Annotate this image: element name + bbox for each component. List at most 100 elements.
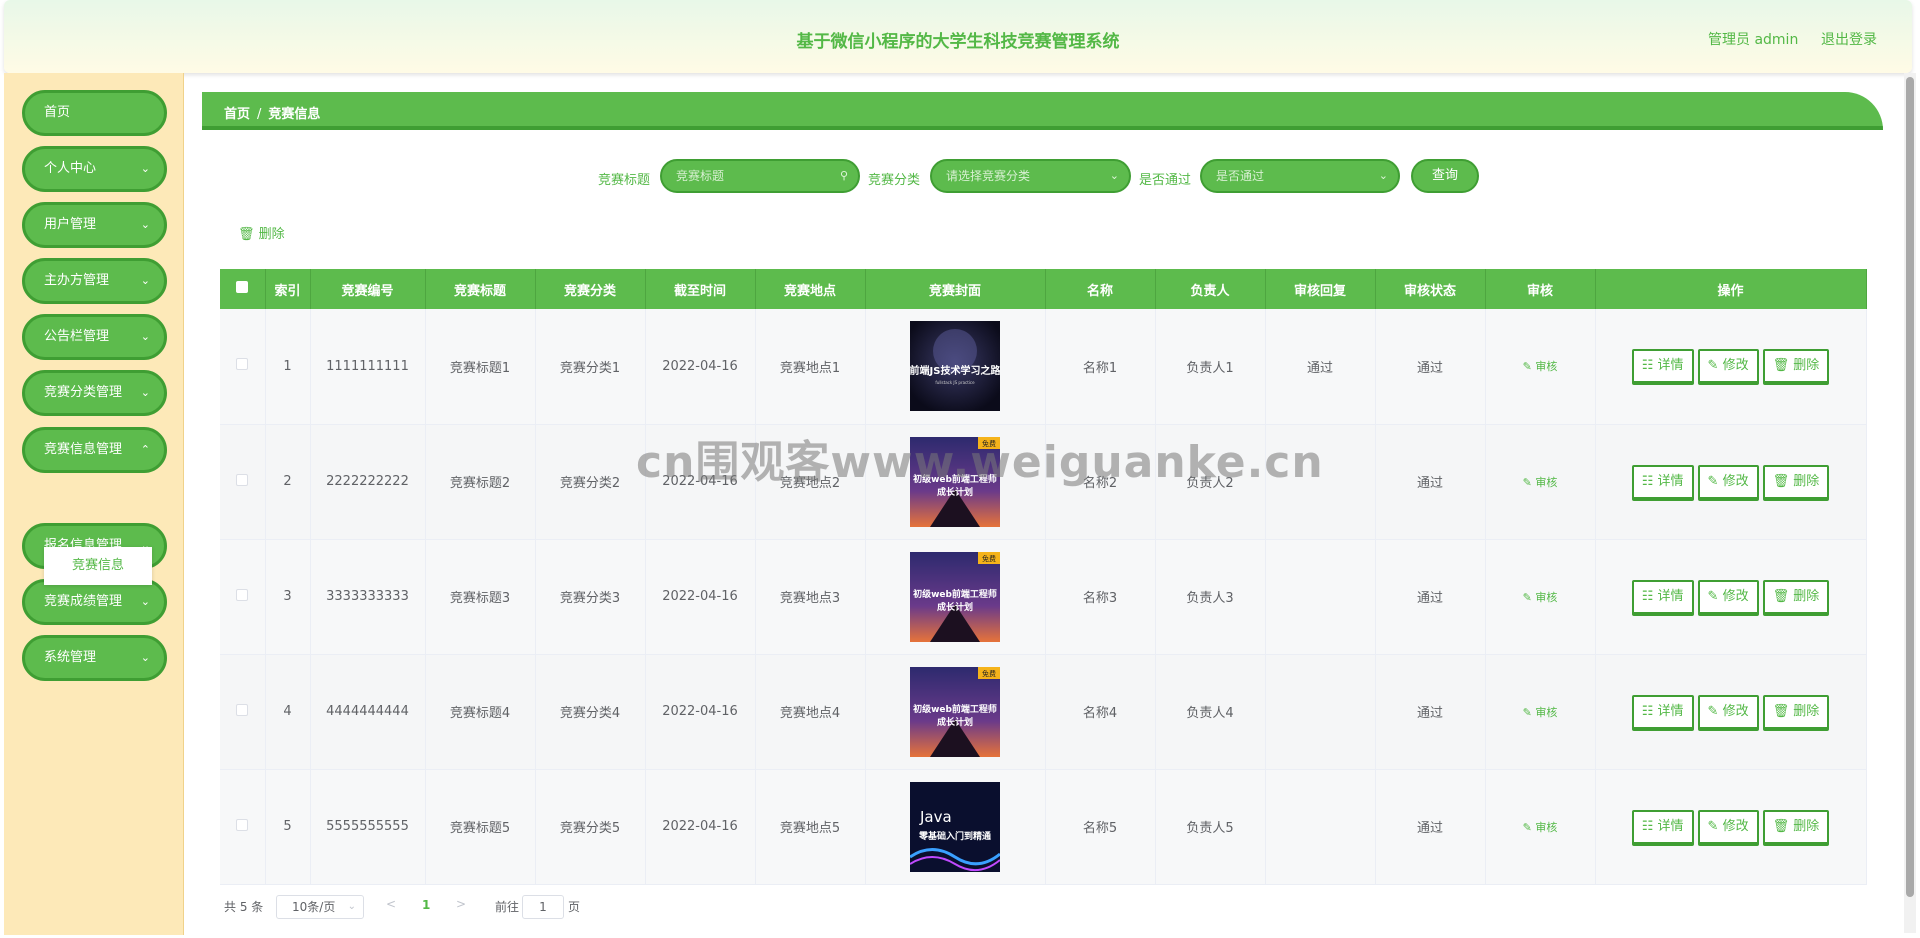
chevron-down-icon: ⌄ <box>140 162 150 175</box>
sidebar-item-label: 首页 <box>44 105 71 120</box>
logout-link[interactable]: 退出登录 <box>1821 29 1877 49</box>
cell-category: 竞赛分类4 <box>535 654 646 770</box>
cell-reply <box>1265 769 1376 885</box>
delete-button[interactable]: 🗑 删除 <box>1762 579 1830 614</box>
edit-button[interactable]: ✎ 修改 <box>1697 579 1759 614</box>
breadcrumb-bar: 首页 / 竞赛信息 <box>202 92 1883 130</box>
actions-cell: ☷ 详情 ✎ 修改 🗑 删除 <box>1595 424 1867 540</box>
cell-status: 通过 <box>1375 654 1486 770</box>
title-search-input[interactable] <box>662 161 858 191</box>
sidebar-item-4[interactable]: 主办方管理 ⌄ <box>22 258 167 304</box>
detail-button-label: 详情 <box>1657 473 1684 489</box>
breadcrumb-separator: / <box>257 107 262 122</box>
edit-button[interactable]: ✎ 修改 <box>1697 464 1759 499</box>
row-checkbox[interactable] <box>236 703 249 716</box>
actions-cell: ☷ 详情 ✎ 修改 🗑 删除 <box>1595 539 1867 655</box>
page-size-select[interactable]: 10条/页 ⌄ <box>276 895 364 919</box>
actions-cell: ☷ 详情 ✎ 修改 🗑 删除 <box>1595 309 1867 425</box>
vertical-scrollbar[interactable] <box>1904 73 1916 933</box>
detail-button[interactable]: ☷ 详情 <box>1631 809 1694 844</box>
edit-button-label: 修改 <box>1722 473 1749 489</box>
scrollbar-thumb[interactable] <box>1906 77 1914 897</box>
sidebar-item-3[interactable]: 用户管理 ⌄ <box>22 202 167 248</box>
passed-select[interactable]: ⌄ <box>1200 159 1400 193</box>
detail-button-label: 详情 <box>1657 358 1684 374</box>
competition-table: 索引 竞赛编号 竞赛标题 竞赛分类 截至时间 竞赛地点 竞赛封面 名称 负责人 审核回复 审核状态审… <box>220 269 1867 885</box>
prev-page-icon[interactable]: < <box>386 897 396 911</box>
next-page-icon[interactable]: > <box>456 897 466 911</box>
breadcrumb-home[interactable]: 首页 <box>224 107 250 122</box>
passed-select-input[interactable] <box>1202 161 1398 191</box>
sidebar-item-10[interactable]: 系统管理 ⌄ <box>22 635 167 681</box>
title-search-box[interactable]: ⚲ <box>660 159 860 193</box>
svg-text:初级web前端工程师: 初级web前端工程师 <box>913 703 997 715</box>
page-number-current[interactable]: 1 <box>422 898 430 912</box>
query-button[interactable]: 查询 <box>1411 159 1479 193</box>
actions-cell: ☷ 详情 ✎ 修改 🗑 删除 <box>1595 654 1867 770</box>
chevron-down-icon: ⌄ <box>1378 169 1388 182</box>
edit-button[interactable]: ✎ 修改 <box>1697 694 1759 729</box>
category-filter-label: 竞赛分类 <box>868 173 921 188</box>
cell-category: 竞赛分类2 <box>535 424 646 540</box>
sidebar-item-6[interactable]: 竞赛分类管理 ⌄ <box>22 370 167 416</box>
detail-button[interactable]: ☷ 详情 <box>1631 579 1694 614</box>
goto-page-input[interactable] <box>522 895 564 919</box>
cell-reply <box>1265 654 1376 770</box>
row-checkbox[interactable] <box>236 588 249 601</box>
cell-owner: 负责人4 <box>1155 654 1266 770</box>
row-checkbox[interactable] <box>236 473 249 486</box>
sidebar-item-1[interactable]: 首页 <box>22 90 167 136</box>
audit-link[interactable]: ✎ 审核 <box>1523 821 1558 834</box>
delete-button[interactable]: 🗑 删除 <box>1762 809 1830 844</box>
cell-reply: 通过 <box>1265 309 1376 425</box>
audit-link-label: 审核 <box>1535 475 1558 489</box>
cell-index: 1 <box>265 309 311 425</box>
submenu-item-competition-info[interactable]: 竞赛信息 <box>44 547 152 585</box>
edit-button[interactable]: ✎ 修改 <box>1697 809 1759 844</box>
edit-pen-icon: ✎ <box>1707 703 1723 719</box>
sidebar-item-2[interactable]: 个人中心 ⌄ <box>22 146 167 192</box>
audit-link[interactable]: ✎ 审核 <box>1523 591 1558 604</box>
delete-button[interactable]: 🗑 删除 <box>1762 349 1830 384</box>
edit-button[interactable]: ✎ 修改 <box>1697 349 1759 384</box>
svg-text:初级web前端工程师: 初级web前端工程师 <box>913 473 997 485</box>
column-header: 名称 <box>1045 269 1156 309</box>
sidebar-item-9[interactable]: 竞赛成绩管理 ⌄ <box>22 579 167 625</box>
cell-owner: 负责人3 <box>1155 539 1266 655</box>
svg-text:成长计划: 成长计划 <box>937 486 973 498</box>
checkbox-icon[interactable] <box>236 281 249 293</box>
cell-category: 竞赛分类3 <box>535 539 646 655</box>
sidebar: 首页 个人中心 ⌄ 用户管理 ⌄ 主办方管理 ⌄ 公告栏管理 ⌄ 竞赛分类管理 ⌄ 竞赛信息管理 ⌃ 报名… <box>4 73 184 935</box>
column-header: 审核回复 <box>1265 269 1376 309</box>
batch-delete-button[interactable]: 🗑 删除 <box>238 223 285 242</box>
sidebar-item-5[interactable]: 公告栏管理 ⌄ <box>22 314 167 360</box>
audit-link[interactable]: ✎ 审核 <box>1523 706 1558 719</box>
chevron-down-icon: ⌄ <box>140 386 150 399</box>
column-header: 索引 <box>265 269 311 309</box>
detail-button[interactable]: ☷ 详情 <box>1631 464 1694 499</box>
sidebar-item-7[interactable]: 竞赛信息管理 ⌃ <box>22 427 167 473</box>
competition-cover-image: Java 零基础入门到精通 <box>910 781 1000 872</box>
cover-cell: 前端JS技术学习之路 fullstack JS practice <box>865 309 1046 425</box>
audit-link[interactable]: ✎ 审核 <box>1523 476 1558 489</box>
chevron-down-icon: ⌄ <box>140 218 150 231</box>
row-checkbox[interactable] <box>236 358 249 371</box>
delete-button[interactable]: 🗑 删除 <box>1762 694 1830 729</box>
delete-button[interactable]: 🗑 删除 <box>1762 464 1830 499</box>
cell-code: 1111111111 <box>310 309 426 425</box>
category-select[interactable]: ⌄ <box>930 159 1131 193</box>
select-all-checkbox[interactable] <box>220 269 266 309</box>
cell-title: 竞赛标题1 <box>425 309 536 425</box>
category-select-input[interactable] <box>932 161 1129 191</box>
detail-button[interactable]: ☷ 详情 <box>1631 349 1694 384</box>
detail-button[interactable]: ☷ 详情 <box>1631 694 1694 729</box>
cell-place: 竞赛地点2 <box>755 424 866 540</box>
column-header: 操作 <box>1595 269 1867 309</box>
edit-pen-icon: ✎ <box>1707 358 1723 374</box>
chevron-down-icon: ⌄ <box>1109 169 1119 182</box>
competition-cover-image: 前端JS技术学习之路 fullstack JS practice <box>910 321 1000 412</box>
row-checkbox[interactable] <box>236 818 249 831</box>
audit-link[interactable]: ✎ 审核 <box>1523 360 1558 373</box>
cell-name: 名称4 <box>1045 654 1156 770</box>
cell-category: 竞赛分类1 <box>535 309 646 425</box>
